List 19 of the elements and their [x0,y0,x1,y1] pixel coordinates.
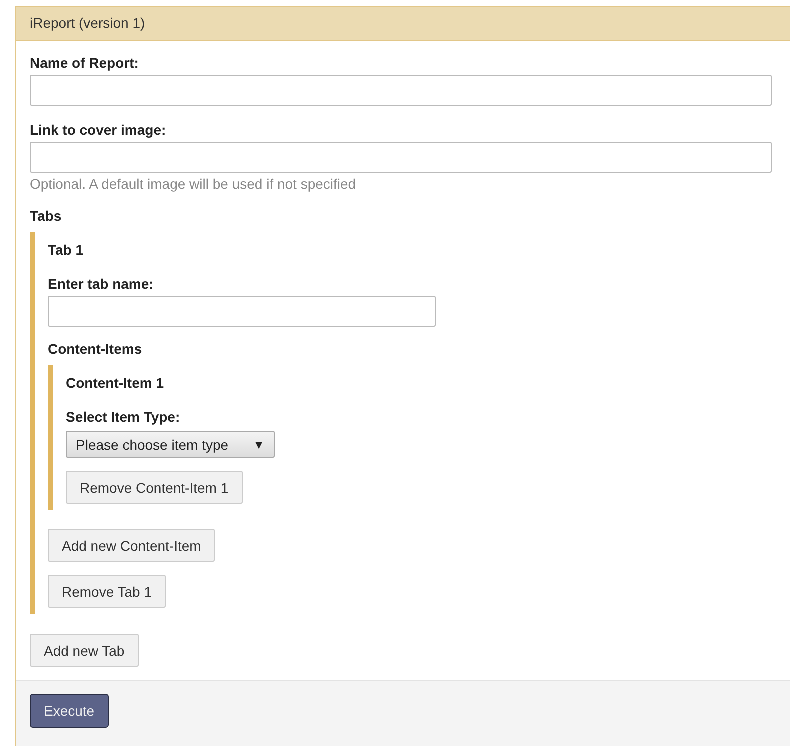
panel-header: iReport (version 1) [16,7,790,41]
item-title: Content-Item 1 [66,375,165,391]
item-type-dropdown[interactable]: Please choose item type ▼ [66,431,275,458]
field-label: Name of Report: [30,55,140,71]
section-heading: Content-Items [48,341,144,357]
add-tab-button[interactable]: Add new Tab [30,634,139,667]
input-field[interactable] [30,75,772,106]
input-field[interactable] [30,142,772,173]
remove-item-button[interactable]: Remove Content-Item 1 [66,471,243,504]
remove-tab-button[interactable]: Remove Tab 1 [48,575,166,608]
input-field[interactable] [48,296,436,327]
section-heading: Tabs [30,208,63,224]
field-hint: Optional. A default image will be used if not specified [30,176,358,192]
field-label: Link to cover image: [30,122,168,138]
add-item-button[interactable]: Add new Content-Item [48,529,216,562]
execute-button[interactable]: Execute [30,694,109,728]
field-label: Select Item Type: [66,409,182,425]
tab-title: Tab 1 [48,242,85,258]
field-label: Enter tab name: [48,276,155,292]
